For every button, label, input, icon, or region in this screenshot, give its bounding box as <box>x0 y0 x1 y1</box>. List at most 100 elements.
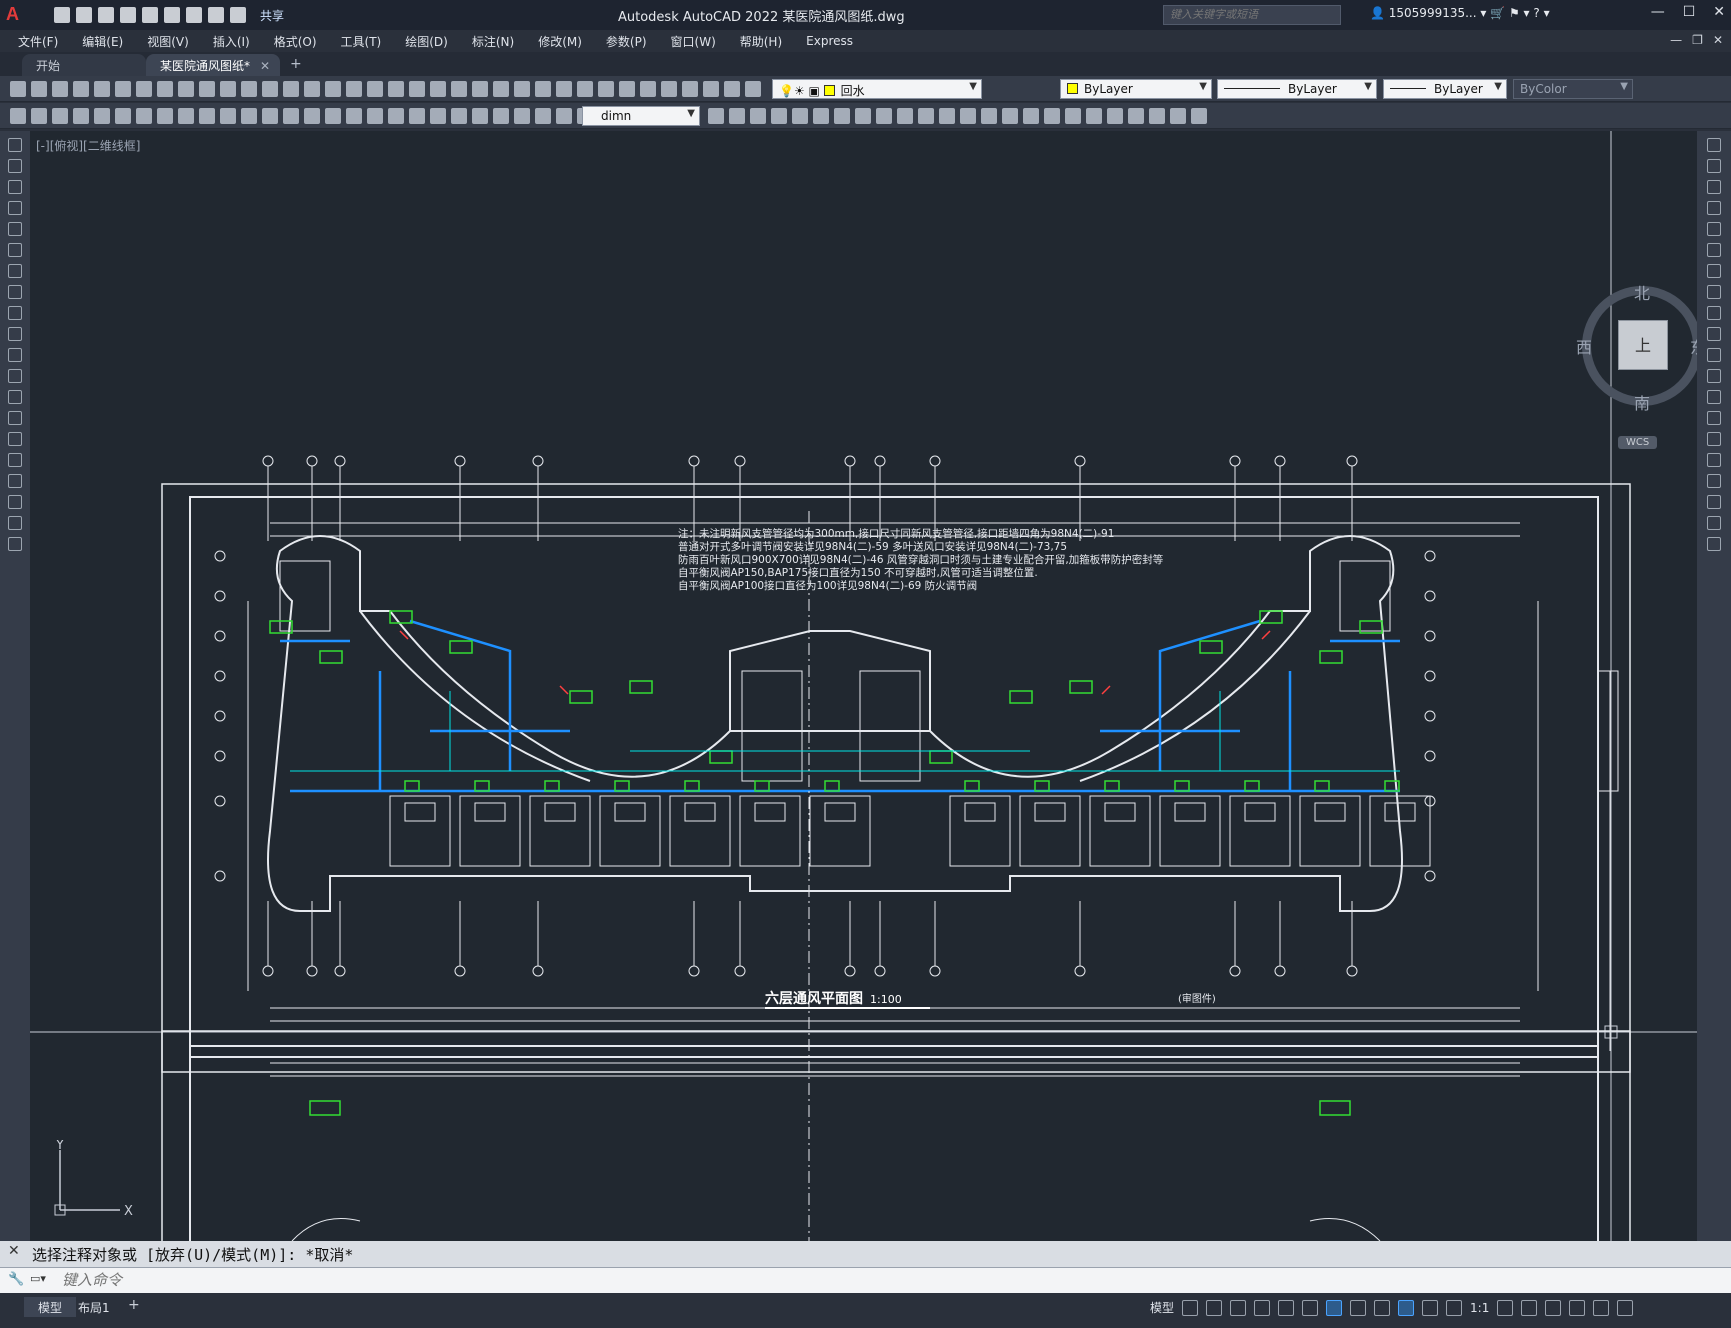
close-command-line-icon[interactable]: ✕ <box>8 1243 20 1259</box>
modify-palette-icon-19[interactable] <box>1707 537 1721 551</box>
draw-palette-icon-18[interactable] <box>8 516 22 530</box>
annotation-scale-value[interactable]: 1:1 <box>1470 1301 1489 1315</box>
standard-tool-icon-21[interactable] <box>451 81 467 97</box>
dim-tool-icon-26[interactable] <box>556 108 572 124</box>
annotation-visibility-icon[interactable] <box>1398 1299 1415 1316</box>
menu-item-11[interactable]: 帮助(H) <box>728 33 794 50</box>
dim-tool-icon-0[interactable] <box>10 108 26 124</box>
save-as-icon[interactable] <box>120 7 136 23</box>
menu-item-9[interactable]: 参数(P) <box>594 33 659 50</box>
modify-tool-icon-20[interactable] <box>1128 108 1144 124</box>
modify-palette-icon-13[interactable] <box>1707 411 1721 425</box>
standard-tool-icon-16[interactable] <box>346 81 362 97</box>
redo-icon[interactable] <box>230 7 246 23</box>
dim-tool-icon-6[interactable] <box>136 108 152 124</box>
user-account[interactable]: 👤 1505999135... ▾ 🛒 ⚑ ▾ ? ▾ <box>1370 6 1550 20</box>
draw-palette-icon-11[interactable] <box>8 369 22 383</box>
standard-tool-icon-26[interactable] <box>556 81 572 97</box>
keyword-search-input[interactable] <box>1163 5 1341 25</box>
draw-palette-icon-5[interactable] <box>8 243 22 257</box>
color-dropdown[interactable]: ByLayer ▼ <box>1060 79 1212 99</box>
dim-tool-icon-25[interactable] <box>535 108 551 124</box>
dim-tool-icon-17[interactable] <box>367 108 383 124</box>
modify-tool-icon-15[interactable] <box>1023 108 1039 124</box>
menu-item-12[interactable]: Express <box>794 34 865 48</box>
ortho-icon[interactable] <box>1230 1299 1247 1316</box>
draw-palette-icon-0[interactable] <box>8 138 22 152</box>
standard-tool-icon-1[interactable] <box>31 81 47 97</box>
menu-item-2[interactable]: 视图(V) <box>135 33 201 50</box>
dim-tool-icon-2[interactable] <box>52 108 68 124</box>
maximize-icon[interactable]: ☐ <box>1683 4 1696 20</box>
standard-tool-icon-9[interactable] <box>199 81 215 97</box>
dim-tool-icon-7[interactable] <box>157 108 173 124</box>
standard-tool-icon-31[interactable] <box>661 81 677 97</box>
modify-tool-icon-1[interactable] <box>729 108 745 124</box>
autocad-logo-icon[interactable]: A <box>6 4 32 26</box>
modify-palette-icon-11[interactable] <box>1707 369 1721 383</box>
draw-palette-icon-13[interactable] <box>8 411 22 425</box>
standard-tool-icon-24[interactable] <box>514 81 530 97</box>
standard-tool-icon-7[interactable] <box>157 81 173 97</box>
dimstyle-dropdown[interactable]: dimn ▼ <box>582 106 700 126</box>
modify-tool-icon-16[interactable] <box>1044 108 1060 124</box>
add-layout-icon[interactable]: + <box>128 1297 140 1313</box>
viewcube[interactable]: 上 北 南 东 西 WCS <box>1576 284 1697 456</box>
viewcube-top-face[interactable]: 上 <box>1618 320 1668 370</box>
modify-palette-icon-6[interactable] <box>1707 264 1721 278</box>
modify-tool-icon-5[interactable] <box>813 108 829 124</box>
layer-dropdown[interactable]: 💡☀ ▣ 回水 ▼ <box>772 79 982 99</box>
transparency-icon[interactable] <box>1374 1299 1391 1316</box>
menu-item-8[interactable]: 修改(M) <box>526 33 594 50</box>
modify-palette-icon-3[interactable] <box>1707 201 1721 215</box>
modify-tool-icon-13[interactable] <box>981 108 997 124</box>
close-icon[interactable]: ✕ <box>1713 4 1725 20</box>
standard-tool-icon-0[interactable] <box>10 81 26 97</box>
new-tab-icon[interactable]: + <box>290 56 302 72</box>
draw-palette-icon-16[interactable] <box>8 474 22 488</box>
dim-tool-icon-12[interactable] <box>262 108 278 124</box>
dim-tool-icon-22[interactable] <box>472 108 488 124</box>
dim-tool-icon-15[interactable] <box>325 108 341 124</box>
modify-tool-icon-22[interactable] <box>1170 108 1186 124</box>
standard-tool-icon-13[interactable] <box>283 81 299 97</box>
standard-tool-icon-22[interactable] <box>472 81 488 97</box>
dim-tool-icon-20[interactable] <box>430 108 446 124</box>
modify-palette-icon-9[interactable] <box>1707 327 1721 341</box>
modify-tool-icon-3[interactable] <box>771 108 787 124</box>
close-document-icon[interactable]: ✕ <box>1713 33 1723 47</box>
menu-item-3[interactable]: 插入(I) <box>201 33 262 50</box>
modify-tool-icon-11[interactable] <box>939 108 955 124</box>
modify-palette-icon-5[interactable] <box>1707 243 1721 257</box>
open-web-icon[interactable] <box>142 7 158 23</box>
dim-tool-icon-11[interactable] <box>241 108 257 124</box>
dim-tool-icon-13[interactable] <box>283 108 299 124</box>
dim-tool-icon-19[interactable] <box>409 108 425 124</box>
standard-tool-icon-14[interactable] <box>304 81 320 97</box>
draw-palette-icon-9[interactable] <box>8 327 22 341</box>
standard-tool-icon-32[interactable] <box>682 81 698 97</box>
restore-document-icon[interactable]: ❐ <box>1692 33 1703 47</box>
draw-palette-icon-4[interactable] <box>8 222 22 236</box>
modify-tool-icon-10[interactable] <box>918 108 934 124</box>
standard-tool-icon-27[interactable] <box>577 81 593 97</box>
standard-tool-icon-10[interactable] <box>220 81 236 97</box>
isolate-objects-icon[interactable] <box>1545 1299 1562 1316</box>
dim-tool-icon-24[interactable] <box>514 108 530 124</box>
standard-tool-icon-12[interactable] <box>262 81 278 97</box>
draw-palette-icon-15[interactable] <box>8 453 22 467</box>
modify-palette-icon-17[interactable] <box>1707 495 1721 509</box>
modify-tool-icon-7[interactable] <box>855 108 871 124</box>
grid-icon[interactable] <box>1182 1299 1199 1316</box>
autoscale-icon[interactable] <box>1422 1299 1439 1316</box>
standard-tool-icon-11[interactable] <box>241 81 257 97</box>
tab-start[interactable]: 开始 <box>22 54 146 76</box>
polar-icon[interactable] <box>1254 1299 1271 1316</box>
menu-item-6[interactable]: 绘图(D) <box>393 33 460 50</box>
modify-tool-icon-8[interactable] <box>876 108 892 124</box>
annotation-scale-icon[interactable] <box>1446 1299 1463 1316</box>
standard-tool-icon-20[interactable] <box>430 81 446 97</box>
modify-palette-icon-0[interactable] <box>1707 138 1721 152</box>
isodraft-icon[interactable] <box>1278 1299 1295 1316</box>
menu-item-1[interactable]: 编辑(E) <box>70 33 135 50</box>
